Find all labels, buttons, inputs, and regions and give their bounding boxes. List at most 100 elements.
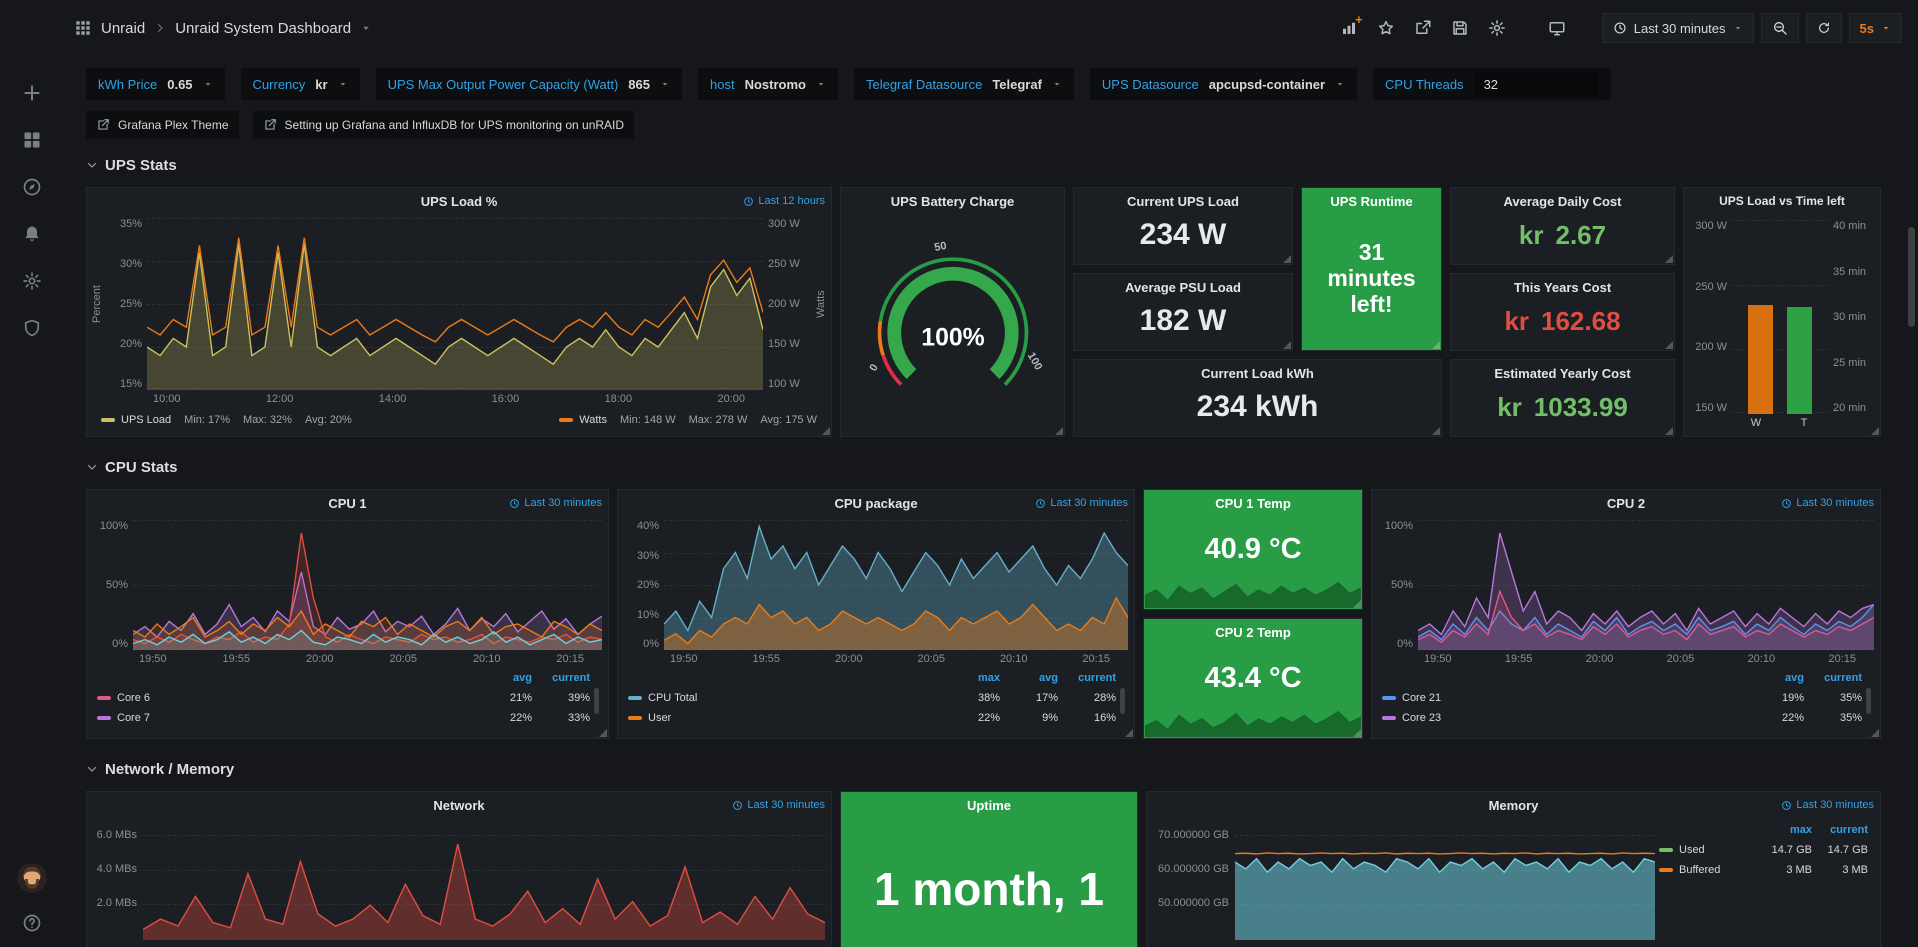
panel-title[interactable]: Memory — [1489, 798, 1539, 813]
zoom-out-time-button[interactable] — [1761, 13, 1799, 43]
submenu: kWh Price 0.65 Currency kr UPS Max Outpu… — [64, 56, 1918, 145]
dashboard-link-ups-monitoring-guide[interactable]: Setting up Grafana and InfluxDB for UPS … — [253, 111, 635, 139]
panel-title[interactable]: UPS Runtime — [1330, 194, 1412, 209]
panel-title[interactable]: UPS Battery Charge — [891, 194, 1015, 209]
bar-chart[interactable] — [1732, 220, 1828, 414]
dashboard-caret-icon[interactable] — [360, 22, 372, 34]
panel-title[interactable]: CPU package — [834, 496, 917, 511]
series-toggle[interactable]: CPU Total — [628, 692, 942, 704]
cpu-stats-row: CPU 1 Last 30 minutes 100%50%0% 19:5019:… — [86, 489, 1918, 739]
series-toggle[interactable]: Used — [1659, 844, 1756, 856]
page-scrollbar[interactable] — [1908, 227, 1915, 327]
legend-header-max[interactable]: max — [942, 672, 1000, 684]
sidebar-create-button[interactable] — [22, 83, 42, 103]
panel-title[interactable]: Average PSU Load — [1125, 280, 1241, 295]
memory-chart[interactable] — [1235, 818, 1655, 940]
panel-title[interactable]: CPU 2 Temp — [1215, 625, 1291, 640]
legend-table: avg current Core 6 21% 39% Core 7 22% — [89, 666, 602, 736]
series-toggle[interactable]: Core 21 — [1382, 692, 1746, 704]
cpu-package-chart[interactable] — [664, 520, 1128, 650]
cycle-view-mode-button[interactable] — [1542, 14, 1572, 42]
sidebar-server-admin-button[interactable] — [22, 318, 42, 338]
legend-scrollbar[interactable] — [1866, 688, 1871, 714]
panel-title[interactable]: UPS Load % — [421, 194, 498, 209]
dashboard-settings-button[interactable] — [1482, 14, 1512, 42]
panel-title[interactable]: Current Load kWh — [1201, 366, 1314, 381]
share-icon — [1414, 19, 1432, 37]
section-cpu-stats[interactable]: CPU Stats — [86, 455, 1918, 479]
legend-header-current[interactable]: current — [1812, 824, 1868, 836]
panel-ups-runtime: UPS Runtime 31 minutes left! — [1301, 187, 1442, 351]
legend-header-current[interactable]: current — [1058, 672, 1116, 684]
save-dashboard-button[interactable] — [1445, 14, 1475, 42]
variable-ups-datasource[interactable]: UPS Datasource apcupsd-container — [1090, 68, 1357, 100]
legend-header-current[interactable]: current — [1804, 672, 1862, 684]
section-network-memory[interactable]: Network / Memory — [86, 757, 1918, 781]
series-toggle[interactable]: Core 23 — [1382, 712, 1746, 724]
panel-time-range[interactable]: Last 30 minutes — [1781, 497, 1874, 509]
panel-title[interactable]: Current UPS Load — [1127, 194, 1239, 209]
ups-load-chart[interactable] — [147, 218, 763, 390]
series-toggle[interactable]: Core 7 — [97, 712, 474, 724]
cpu-1-chart[interactable] — [133, 520, 602, 650]
series-toggle[interactable]: User — [628, 712, 942, 724]
cpu-threads-input[interactable]: 32 — [1474, 72, 1599, 97]
star-dashboard-button[interactable] — [1371, 14, 1401, 42]
panel-time-range[interactable]: Last 30 minutes — [509, 497, 602, 509]
dashboard-link-grafana-plex-theme[interactable]: Grafana Plex Theme — [86, 111, 239, 139]
dashboard-grid-icon[interactable] — [74, 19, 92, 37]
panel-time-range[interactable]: Last 30 minutes — [732, 799, 825, 811]
panel-title[interactable]: CPU 2 — [1607, 496, 1645, 511]
sidebar-explore-button[interactable] — [22, 177, 42, 197]
variable-host[interactable]: host Nostromo — [698, 68, 838, 100]
legend-header-max[interactable]: max — [1756, 824, 1812, 836]
sidebar-dashboards-button[interactable] — [22, 130, 42, 150]
variable-telegraf-datasource[interactable]: Telegraf Datasource Telegraf — [854, 68, 1074, 100]
series-toggle[interactable]: Core 6 — [97, 692, 474, 704]
cpu-2-chart[interactable] — [1418, 520, 1874, 650]
grafana-logo[interactable] — [12, 10, 52, 53]
panel-title[interactable]: Network — [433, 798, 484, 813]
legend-header-avg[interactable]: avg — [1746, 672, 1804, 684]
time-range-picker[interactable]: Last 30 minutes — [1602, 13, 1754, 43]
legend-scrollbar[interactable] — [1120, 688, 1125, 714]
network-chart[interactable] — [143, 818, 825, 940]
panel-title[interactable]: CPU 1 Temp — [1215, 496, 1291, 511]
line-chart — [664, 520, 1128, 650]
sidebar-configuration-button[interactable] — [22, 271, 42, 291]
legend-header-avg[interactable]: avg — [1000, 672, 1058, 684]
panel-title[interactable]: This Years Cost — [1514, 280, 1611, 295]
variable-kwh-price[interactable]: kWh Price 0.65 — [86, 68, 225, 100]
add-panel-button[interactable]: + — [1334, 14, 1364, 42]
panel-title[interactable]: Estimated Yearly Cost — [1494, 366, 1630, 381]
variable-currency[interactable]: Currency kr — [241, 68, 360, 100]
refresh-button[interactable] — [1806, 13, 1842, 43]
legend-scrollbar[interactable] — [594, 688, 599, 714]
panel-time-range[interactable]: Last 30 minutes — [1035, 497, 1128, 509]
section-title: UPS Stats — [105, 157, 177, 174]
clock-icon — [1781, 800, 1792, 811]
breadcrumb-dashboard-title[interactable]: Unraid System Dashboard — [175, 20, 351, 37]
panel-time-range[interactable]: Last 12 hours — [743, 195, 825, 207]
panel-title[interactable]: Uptime — [967, 798, 1011, 813]
legend-header-avg[interactable]: avg — [474, 672, 532, 684]
stat-value: 31 minutes left! — [1302, 214, 1441, 350]
share-dashboard-button[interactable] — [1408, 14, 1438, 42]
panel-time-range[interactable]: Last 30 minutes — [1781, 799, 1874, 811]
user-avatar-button[interactable] — [17, 863, 47, 893]
legend-header-current[interactable]: current — [532, 672, 590, 684]
panel-title[interactable]: CPU 1 — [328, 496, 366, 511]
plus-badge-icon: + — [1355, 13, 1363, 26]
sidebar-help-button[interactable] — [22, 913, 42, 933]
panel-title[interactable]: UPS Load vs Time left — [1719, 194, 1845, 208]
sidebar-alerting-button[interactable] — [22, 224, 42, 244]
legend-watts[interactable]: Watts Min: 148 W Max: 278 W Avg: 175 W — [559, 414, 817, 426]
panel-title[interactable]: Average Daily Cost — [1503, 194, 1621, 209]
breadcrumb-app[interactable]: Unraid — [101, 20, 145, 37]
clock-icon — [1613, 21, 1627, 35]
refresh-interval-picker[interactable]: 5s — [1849, 13, 1902, 43]
variable-ups-max-output[interactable]: UPS Max Output Power Capacity (Watt) 865 — [376, 68, 682, 100]
series-toggle[interactable]: Buffered — [1659, 864, 1756, 876]
legend-ups-load[interactable]: UPS Load Min: 17% Max: 32% Avg: 20% — [101, 414, 352, 426]
section-ups-stats[interactable]: UPS Stats — [86, 153, 1918, 177]
